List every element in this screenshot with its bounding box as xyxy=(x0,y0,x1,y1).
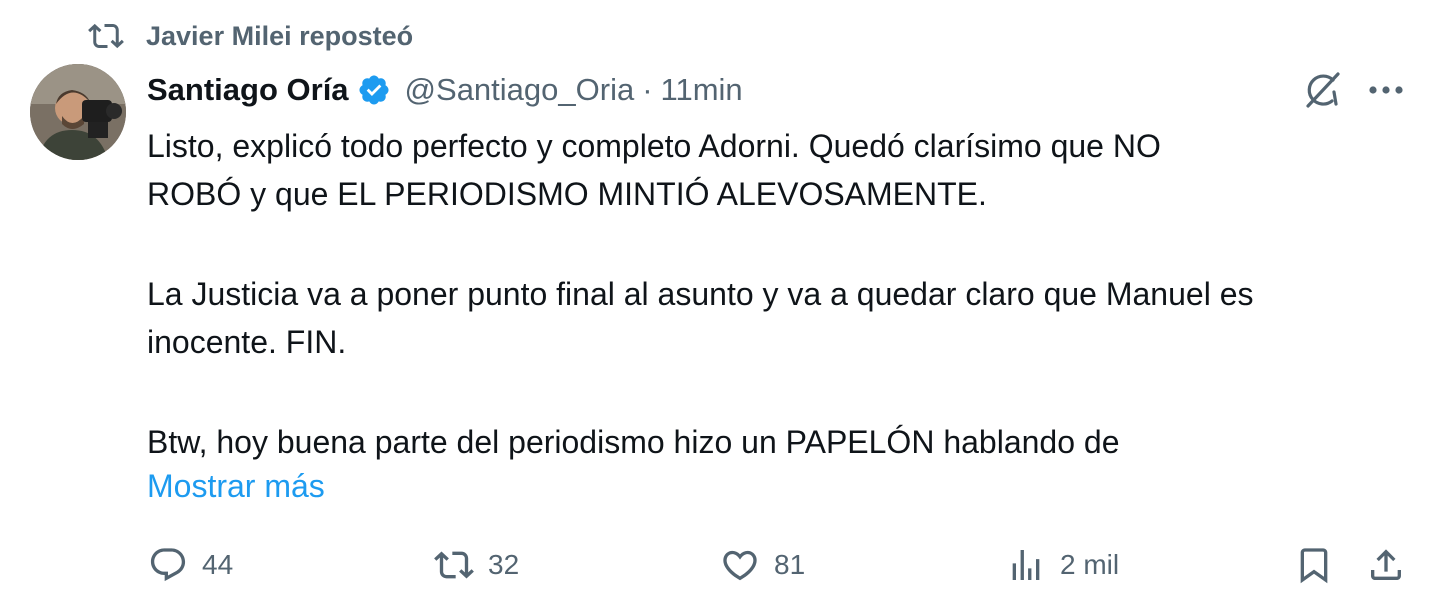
tweet-text: Listo, explicó todo perfecto y completo … xyxy=(147,122,1417,466)
author-display-name[interactable]: Santiago Oría xyxy=(147,72,349,108)
tweet-line: Listo, explicó todo perfecto y completo … xyxy=(147,128,1161,164)
show-more-link[interactable]: Mostrar más xyxy=(147,462,325,510)
reply-icon xyxy=(150,548,186,582)
more-options-icon[interactable] xyxy=(1362,68,1410,112)
bookmark-icon xyxy=(1300,548,1328,584)
share-icon xyxy=(1371,549,1401,580)
grok-icon[interactable] xyxy=(1300,68,1344,112)
views-button[interactable]: 2 mil xyxy=(1006,537,1119,593)
separator-dot: · xyxy=(642,72,653,107)
tweet-header: Santiago Oría @Santiago_Oria · 11min xyxy=(147,68,743,112)
author-handle[interactable]: @Santiago_Oria xyxy=(405,72,635,108)
like-button[interactable]: 81 xyxy=(720,537,805,593)
share-button[interactable] xyxy=(1366,537,1406,593)
views-icon xyxy=(1012,550,1040,580)
verified-badge-icon xyxy=(359,75,389,105)
bookmark-button[interactable] xyxy=(1294,537,1334,593)
views-count: 2 mil xyxy=(1060,549,1120,580)
repost-icon xyxy=(434,551,474,579)
tweet-line: inocente. FIN. xyxy=(147,324,347,360)
timestamp[interactable]: 11min xyxy=(661,72,743,108)
reply-button[interactable]: 44 xyxy=(148,537,233,593)
tweet-line: ROBÓ y que EL PERIODISMO MINTIÓ ALEVOSAM… xyxy=(147,176,987,212)
tweet-line: La Justicia va a poner punto final al as… xyxy=(147,276,1254,312)
tweet-line: Btw, hoy buena parte del periodismo hizo… xyxy=(147,424,1120,460)
repost-label: Javier Milei reposteó xyxy=(146,20,414,51)
repost-icon xyxy=(88,18,124,54)
avatar[interactable] xyxy=(30,64,126,160)
heart-icon xyxy=(723,550,757,581)
like-count: 81 xyxy=(774,549,806,580)
action-bar: 44 32 81 2 mil xyxy=(0,537,1440,593)
repost-count: 32 xyxy=(488,549,520,580)
reply-count: 44 xyxy=(202,549,234,580)
repost-context[interactable]: Javier Milei reposteó xyxy=(88,16,413,56)
repost-button[interactable]: 32 xyxy=(434,537,519,593)
